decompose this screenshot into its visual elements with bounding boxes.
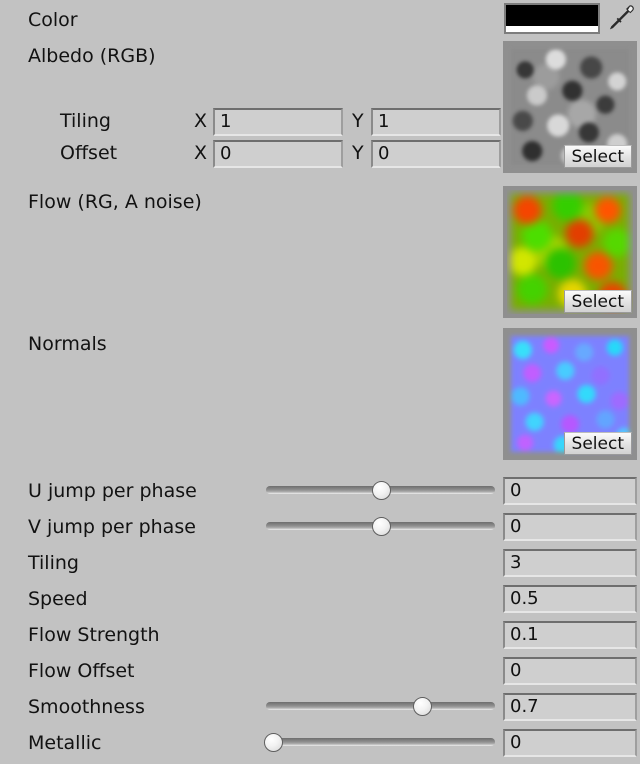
speed-label: Speed xyxy=(28,588,88,610)
flow-strength-value-input[interactable]: 0.1 xyxy=(503,621,637,649)
albedo-label: Albedo (RGB) xyxy=(28,45,156,67)
tiling-x-axis-label: X xyxy=(194,110,208,132)
offset-x-axis-label: X xyxy=(194,142,208,164)
offset-y-axis-label: Y xyxy=(352,142,364,164)
offset-y-input[interactable]: 0 xyxy=(371,140,501,168)
tiling-value-input[interactable]: 3 xyxy=(503,549,637,577)
v-jump-per-phase-slider-thumb[interactable] xyxy=(371,517,391,536)
offset-x-input[interactable]: 0 xyxy=(213,140,343,168)
v-jump-per-phase-value-input[interactable]: 0 xyxy=(503,513,637,541)
color-swatch[interactable] xyxy=(504,3,600,34)
metallic-slider-track[interactable] xyxy=(266,738,495,746)
flow-label: Flow (RG, A noise) xyxy=(28,191,202,213)
offset-uv-label: Offset xyxy=(60,142,118,164)
normals-texture-slot[interactable]: Select xyxy=(503,328,637,460)
metallic-slider[interactable] xyxy=(263,733,495,752)
tiling-label: Tiling xyxy=(28,552,79,574)
metallic-value-input[interactable]: 0 xyxy=(503,729,637,757)
u-jump-per-phase-value-input[interactable]: 0 xyxy=(503,477,637,505)
flow-offset-value-input[interactable]: 0 xyxy=(503,657,637,685)
u-jump-per-phase-slider-thumb[interactable] xyxy=(371,481,391,500)
normals-select-button[interactable]: Select xyxy=(563,432,632,455)
flow-select-button[interactable]: Select xyxy=(563,290,632,313)
color-label: Color xyxy=(28,9,78,31)
flow-strength-label: Flow Strength xyxy=(28,624,160,646)
eyedropper-icon[interactable] xyxy=(606,2,636,32)
tiling-y-input[interactable]: 1 xyxy=(371,108,501,136)
albedo-texture-slot[interactable]: Select xyxy=(503,41,637,173)
v-jump-per-phase-label: V jump per phase xyxy=(28,516,196,538)
albedo-select-button[interactable]: Select xyxy=(563,145,632,168)
u-jump-per-phase-slider[interactable] xyxy=(266,481,495,500)
material-inspector-panel: Color Albedo (RGB) Select Tiling X 1 Y 1… xyxy=(0,0,640,764)
smoothness-slider-track[interactable] xyxy=(266,702,495,710)
metallic-slider-thumb[interactable] xyxy=(263,733,283,752)
u-jump-per-phase-label: U jump per phase xyxy=(28,480,197,502)
smoothness-value-input[interactable]: 0.7 xyxy=(503,693,637,721)
smoothness-slider-thumb[interactable] xyxy=(412,697,432,716)
color-swatch-fill xyxy=(506,5,598,26)
smoothness-slider[interactable] xyxy=(266,697,495,716)
v-jump-per-phase-slider[interactable] xyxy=(266,517,495,536)
normals-label: Normals xyxy=(28,333,107,355)
flow-texture-slot[interactable]: Select xyxy=(503,186,637,318)
metallic-label: Metallic xyxy=(28,732,102,754)
tiling-uv-label: Tiling xyxy=(60,110,111,132)
tiling-y-axis-label: Y xyxy=(352,110,364,132)
flow-offset-label: Flow Offset xyxy=(28,660,135,682)
smoothness-label: Smoothness xyxy=(28,696,145,718)
speed-value-input[interactable]: 0.5 xyxy=(503,585,637,613)
color-swatch-alpha-bar xyxy=(506,26,598,32)
tiling-x-input[interactable]: 1 xyxy=(213,108,343,136)
